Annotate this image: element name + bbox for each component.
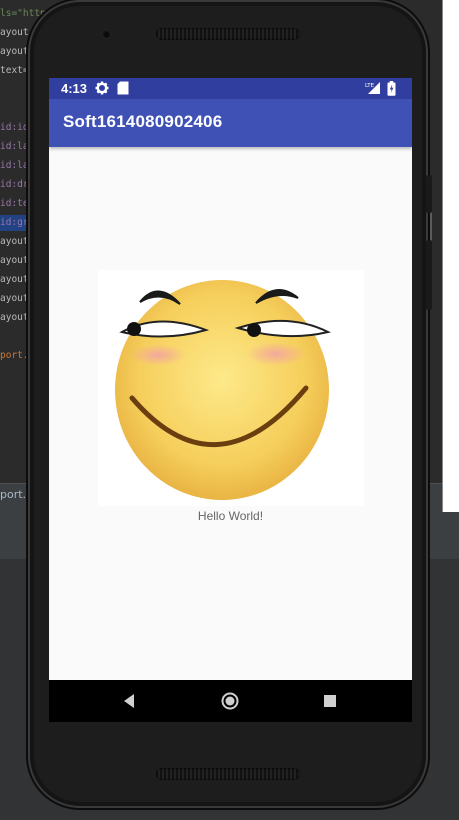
lte-signal-icon: LTE [365, 81, 381, 100]
app-bar: Soft1614080902406 [49, 99, 412, 147]
app-title: Soft1614080902406 [63, 112, 223, 131]
hello-text: Hello World! [197, 509, 264, 523]
bottom-speaker [156, 768, 300, 780]
top-speaker [156, 28, 300, 40]
layout-preview-panel [442, 0, 459, 512]
right-pupil [247, 323, 261, 337]
gear-icon [95, 81, 109, 100]
volume-button[interactable] [426, 240, 432, 310]
battery-icon [387, 81, 396, 101]
sd-card-icon [117, 81, 129, 100]
lte-label: LTE [365, 83, 375, 89]
smiley-image [98, 270, 364, 506]
phone-frame: 4:13 LTE Soft1614080902406 Hello World! [28, 0, 432, 808]
status-time: 4:13 [61, 81, 88, 96]
front-camera [102, 30, 111, 39]
android-status-bar: 4:13 LTE [49, 78, 412, 99]
home-icon[interactable] [219, 690, 241, 712]
navigation-bar [49, 680, 412, 722]
left-blush [130, 344, 186, 366]
face-shape [115, 280, 329, 500]
back-icon[interactable] [119, 690, 141, 712]
right-blush [246, 342, 306, 366]
left-pupil [127, 322, 141, 336]
recents-icon[interactable] [319, 690, 341, 712]
power-button[interactable] [426, 175, 432, 213]
device-screen: 4:13 LTE Soft1614080902406 Hello World! [49, 78, 412, 722]
